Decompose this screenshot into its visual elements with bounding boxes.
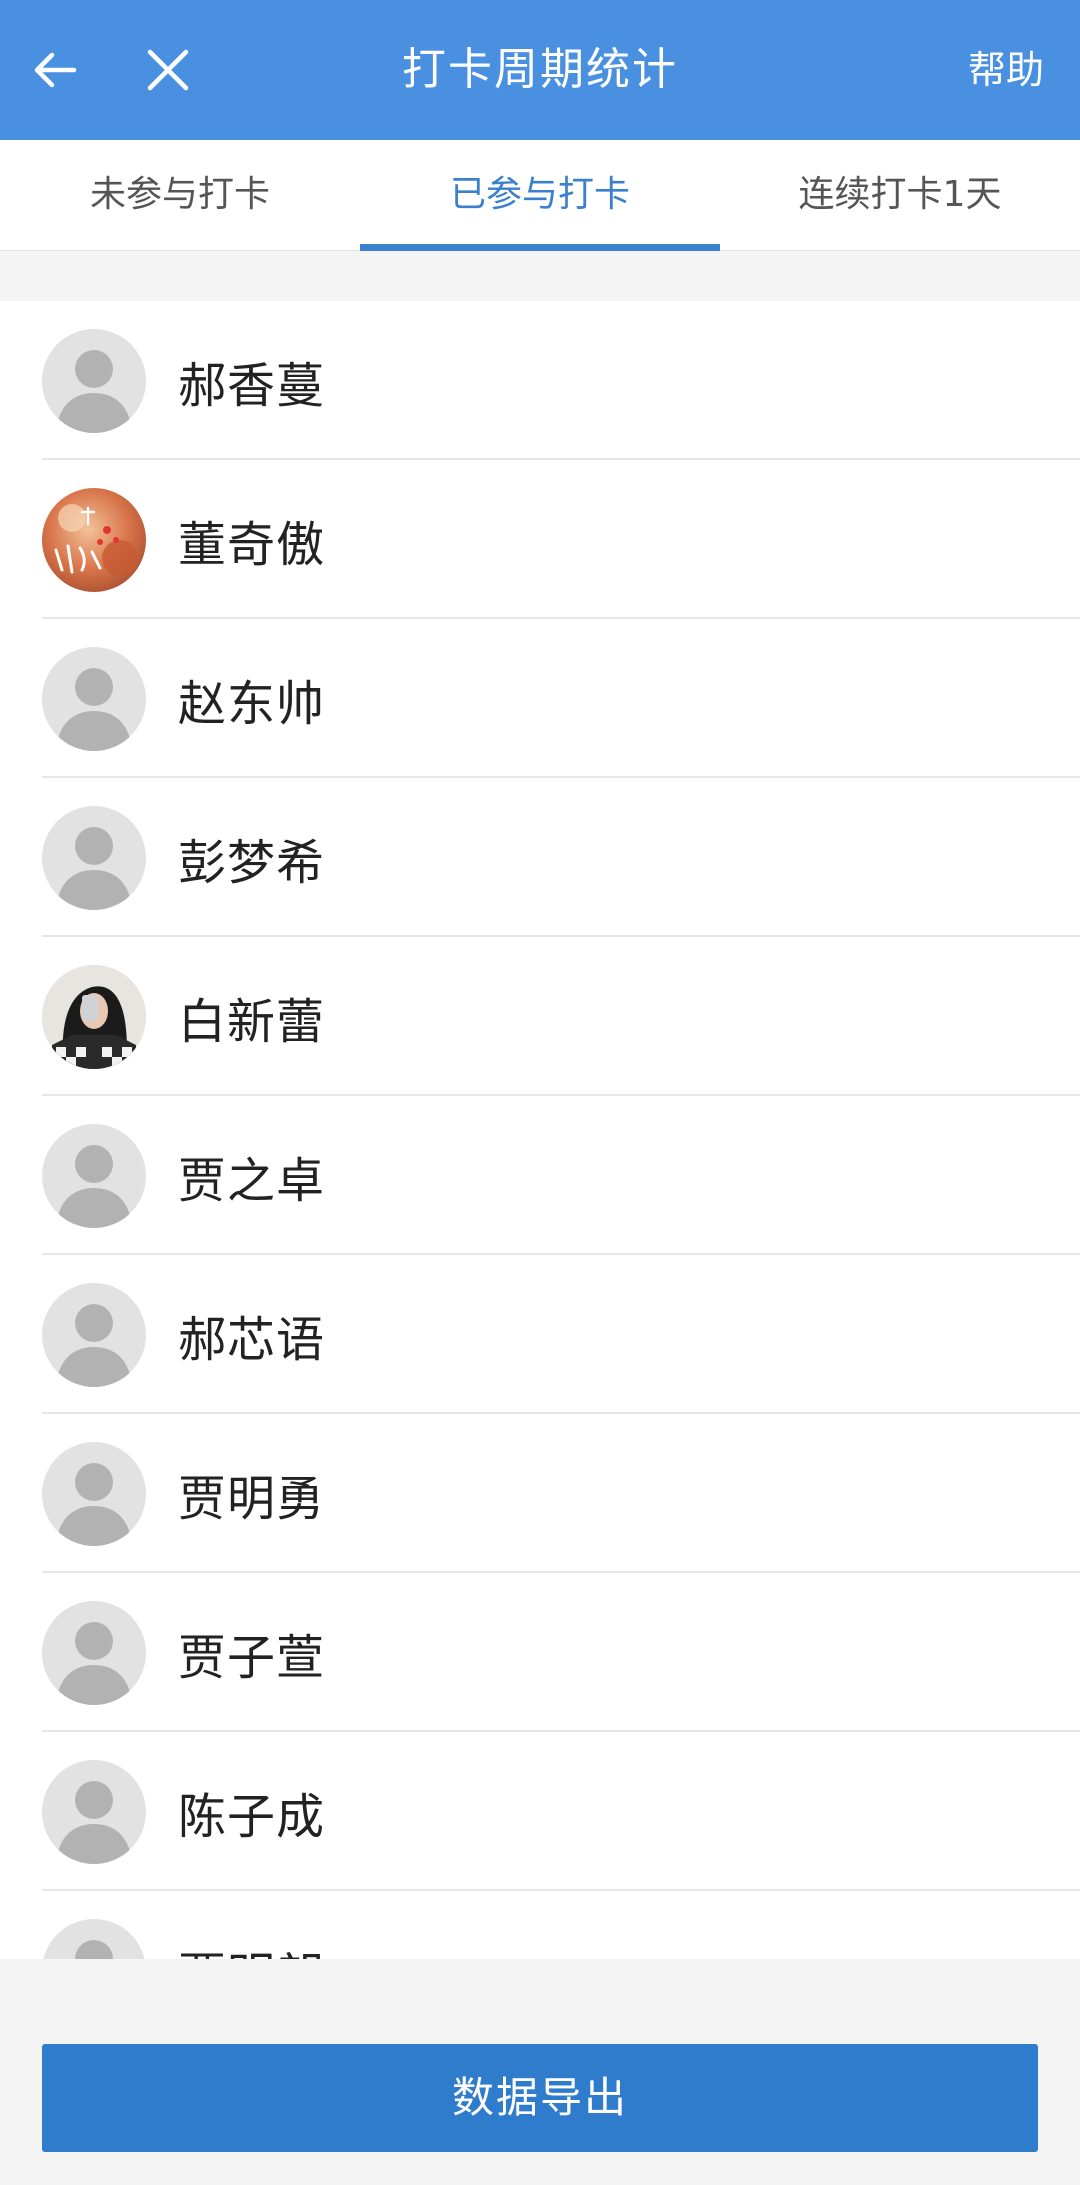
default-avatar-icon bbox=[42, 1918, 146, 1959]
tab-bar: 未参与打卡 已参与打卡 连续打卡1天 bbox=[0, 140, 1080, 251]
member-row[interactable]: 董奇傲 bbox=[0, 460, 1080, 619]
default-avatar-icon bbox=[42, 1123, 146, 1228]
tab-not-participated[interactable]: 未参与打卡 bbox=[0, 140, 360, 250]
default-avatar-icon bbox=[42, 1282, 146, 1387]
member-row[interactable]: 贾之卓 bbox=[0, 1096, 1080, 1255]
app-header: 打卡周期统计 帮助 bbox=[0, 0, 1080, 140]
member-name: 贾明朗 bbox=[178, 1936, 325, 1960]
default-avatar-icon bbox=[42, 328, 146, 433]
member-row[interactable]: 彭梦希 bbox=[0, 778, 1080, 937]
export-data-button[interactable]: 数据导出 bbox=[42, 2044, 1038, 2152]
member-row[interactable]: 贾明朗 bbox=[0, 1891, 1080, 1959]
default-avatar-icon bbox=[42, 805, 146, 910]
member-name: 贾之卓 bbox=[178, 1152, 326, 1209]
member-name: 贾子萱 bbox=[178, 1629, 326, 1686]
tab-participated[interactable]: 已参与打卡 bbox=[360, 140, 720, 251]
member-name: 贾明勇 bbox=[178, 1470, 326, 1527]
member-name: 彭梦希 bbox=[178, 834, 326, 891]
default-avatar-icon bbox=[42, 1441, 146, 1546]
member-name: 董奇傲 bbox=[178, 516, 326, 573]
member-row[interactable]: 白新蕾 bbox=[0, 937, 1080, 1096]
member-row[interactable]: 郝香蔓 bbox=[0, 301, 1080, 460]
tab-consecutive-1-day[interactable]: 连续打卡1天 bbox=[720, 140, 1080, 250]
member-name: 白新蕾 bbox=[178, 993, 326, 1050]
default-avatar-icon bbox=[42, 1600, 146, 1705]
avatar bbox=[42, 964, 146, 1069]
member-name: 郝芯语 bbox=[178, 1311, 326, 1368]
page-title: 打卡周期统计 bbox=[402, 44, 678, 95]
default-avatar-icon bbox=[42, 646, 146, 751]
member-row[interactable]: 赵东帅 bbox=[0, 619, 1080, 778]
footer-bar: 数据导出 bbox=[0, 1959, 1080, 2185]
member-name: 郝香蔓 bbox=[178, 357, 326, 414]
member-row[interactable]: 贾子萱 bbox=[0, 1573, 1080, 1732]
section-gap bbox=[0, 251, 1080, 301]
avatar bbox=[42, 487, 146, 592]
member-row[interactable]: 贾明勇 bbox=[0, 1414, 1080, 1573]
member-row[interactable]: 郝芯语 bbox=[0, 1255, 1080, 1414]
member-name: 赵东帅 bbox=[178, 675, 326, 732]
member-name: 陈子成 bbox=[178, 1788, 326, 1845]
member-list[interactable]: 郝香蔓 董奇傲 赵东帅 彭梦希 白新蕾 贾之卓 郝芯语 贾明勇 贾子萱 陈子成 bbox=[0, 301, 1080, 1959]
member-row[interactable]: 陈子成 bbox=[0, 1732, 1080, 1891]
help-link[interactable]: 帮助 bbox=[968, 0, 1044, 140]
default-avatar-icon bbox=[42, 1759, 146, 1864]
